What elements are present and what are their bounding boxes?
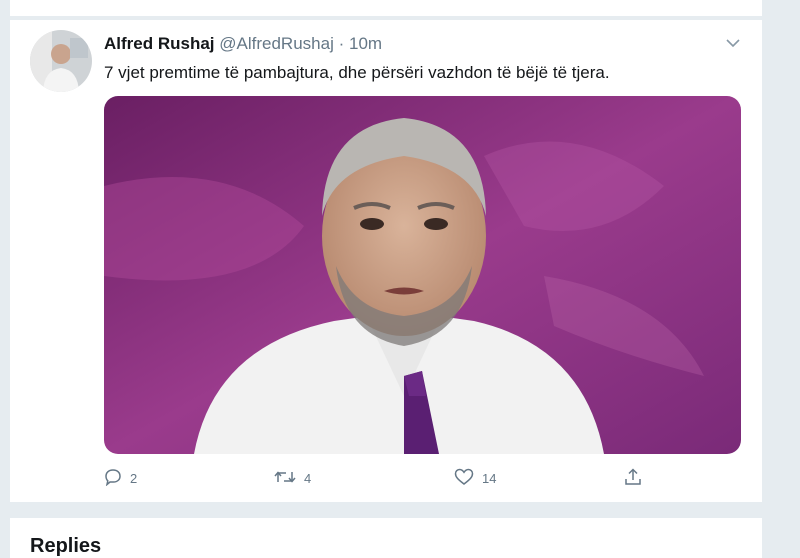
tweet-actions: 2 4 14 xyxy=(104,466,664,490)
like-count: 14 xyxy=(482,470,497,486)
replies-heading: Replies xyxy=(30,535,102,557)
share-icon xyxy=(624,467,650,489)
reply-count: 2 xyxy=(130,470,138,486)
reply-button[interactable]: 2 xyxy=(104,466,137,490)
retweet-button[interactable]: 4 xyxy=(274,466,311,490)
replies-section: Replies xyxy=(10,518,762,558)
author-name[interactable]: Alfred Rushaj xyxy=(104,34,215,53)
header-separator: · xyxy=(338,34,345,53)
retweet-icon xyxy=(274,468,304,489)
tweet-header: Alfred Rushaj @AlfredRushaj · 10m xyxy=(104,34,382,54)
tweet-media-image[interactable] xyxy=(104,96,741,454)
tweet-card[interactable]: Alfred Rushaj @AlfredRushaj · 10m 7 vjet… xyxy=(10,20,762,502)
tweet-text: 7 vjet premtime të pambajtura, dhe përsë… xyxy=(104,63,610,82)
chevron-down-icon[interactable] xyxy=(725,36,741,48)
share-button[interactable] xyxy=(624,466,650,490)
tweet-timestamp[interactable]: 10m xyxy=(349,34,382,53)
like-button[interactable]: 14 xyxy=(454,466,496,490)
reply-icon xyxy=(104,468,130,489)
author-handle[interactable]: @AlfredRushaj xyxy=(219,34,334,53)
author-avatar[interactable] xyxy=(30,30,92,92)
previous-card xyxy=(10,0,762,16)
heart-icon xyxy=(454,468,482,489)
retweet-count: 4 xyxy=(304,470,312,486)
